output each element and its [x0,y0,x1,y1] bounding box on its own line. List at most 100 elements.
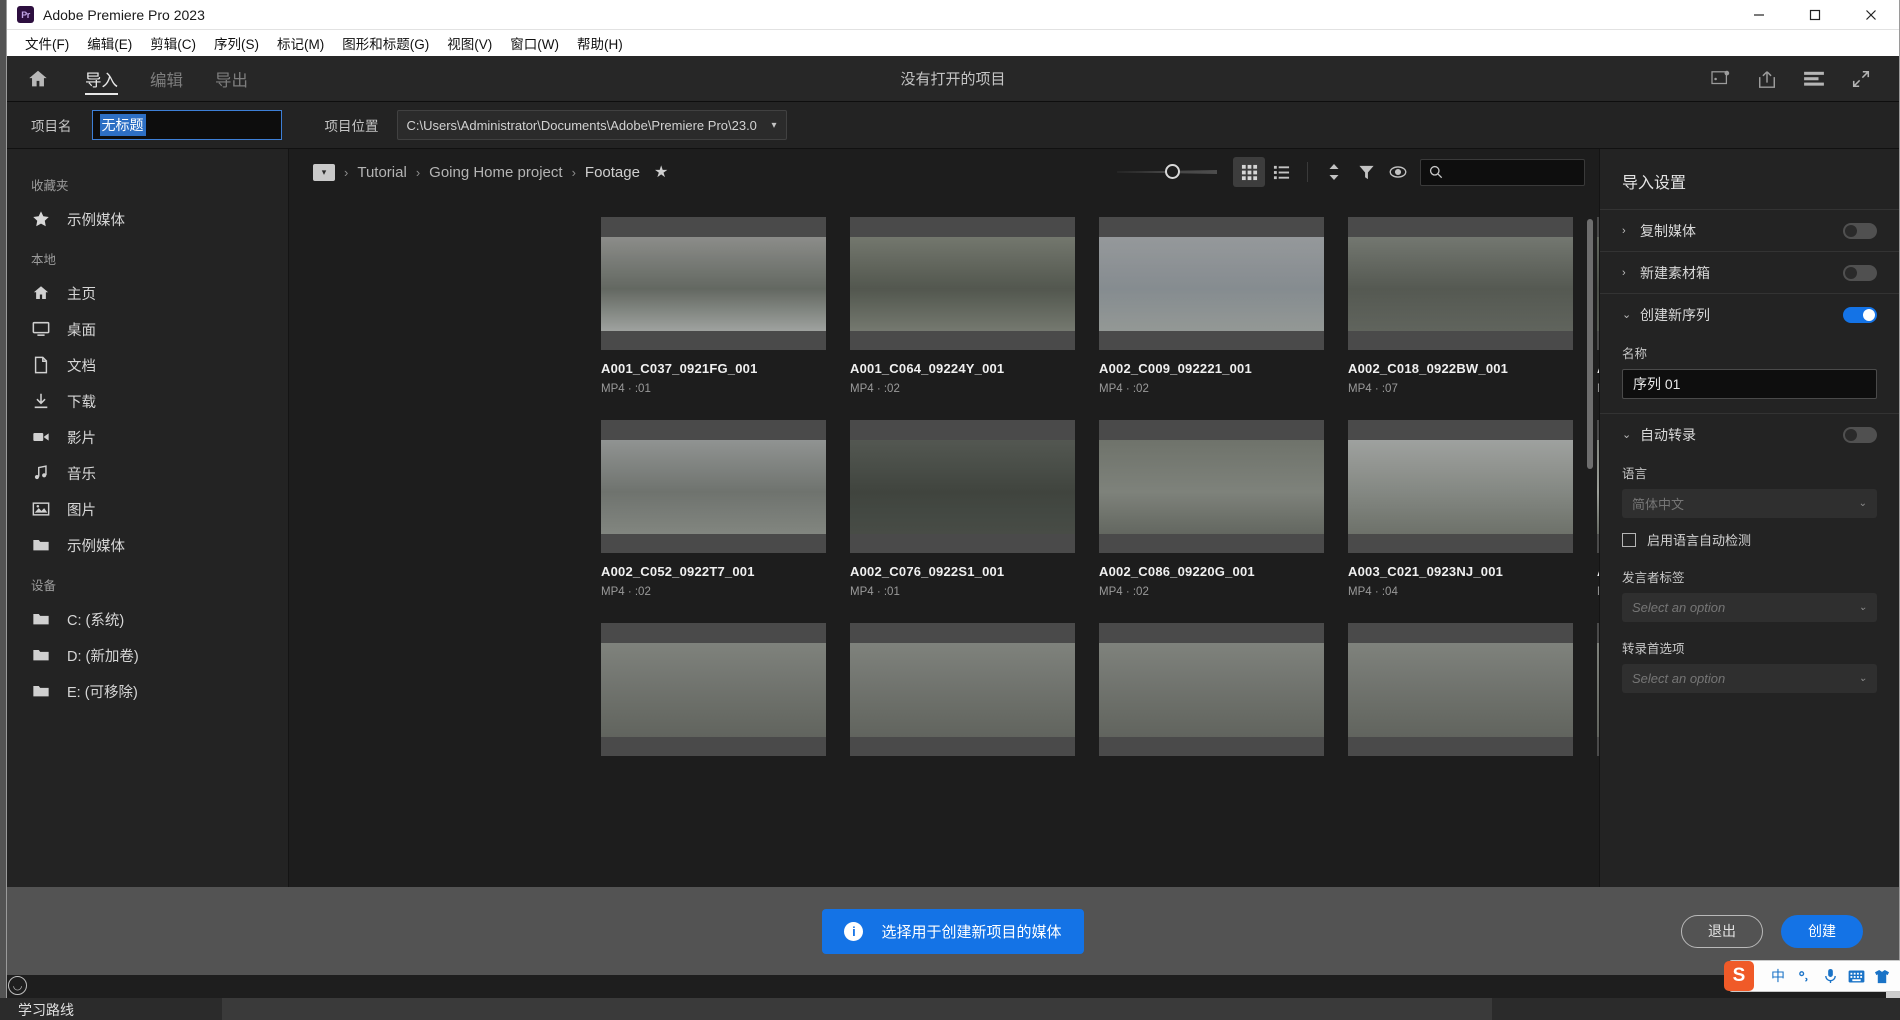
language-autodetect-row[interactable]: 启用语言自动检测 [1622,530,1877,549]
creative-cloud-icon[interactable]: ◡ [8,976,27,995]
menu-sequence[interactable]: 序列(S) [205,30,268,56]
media-item[interactable]: A001_C037_0921FG_001MP4 · :01 [601,217,826,395]
media-item[interactable]: A002_C018_0922BW_001MP4 · :07 [1348,217,1573,395]
sogou-logo-icon[interactable]: S [1724,961,1754,991]
sidebar-item-music[interactable]: 音乐 [7,455,288,491]
sidebar-item-sample-media[interactable]: 示例媒体 [7,527,288,563]
media-thumbnail[interactable] [1348,420,1573,553]
project-name-input[interactable]: 无标题 [92,110,282,140]
list-lines-icon[interactable] [1803,70,1825,88]
chevron-right-icon[interactable]: › [1622,267,1640,279]
screen-icon[interactable] [1711,70,1731,88]
sort-arrows-icon[interactable] [1318,157,1350,187]
fullscreen-icon[interactable] [1851,69,1871,89]
menu-help[interactable]: 帮助(H) [568,30,632,56]
list-view-icon[interactable] [1265,157,1297,187]
star-icon[interactable]: ★ [654,162,668,182]
sidebar-item-downloads[interactable]: 下载 [7,383,288,419]
folder-dropdown-icon[interactable]: ▾ [313,164,335,181]
media-item[interactable]: A001_C064_09224Y_001MP4 · :02 [850,217,1075,395]
grid-view-icon[interactable] [1233,157,1265,187]
new-bin-toggle[interactable] [1843,265,1877,281]
home-icon[interactable] [7,68,69,90]
section-auto-transcribe-row[interactable]: ⌄ 自动转录 [1622,414,1877,455]
close-button[interactable] [1843,0,1899,30]
sidebar-item-drive-d[interactable]: D: (新加卷) [7,637,288,673]
breadcrumb-item-footage[interactable]: Footage [585,164,640,181]
media-item[interactable]: A002_C076_0922S1_001MP4 · :01 [850,420,1075,598]
tab-export[interactable]: 导出 [199,56,264,102]
media-grid-scrollbar[interactable] [1587,219,1593,469]
media-thumbnail[interactable] [1348,623,1573,756]
chevron-right-icon[interactable]: › [1622,225,1640,237]
sidebar-item-drive-e[interactable]: E: (可移除) [7,673,288,709]
minimize-button[interactable] [1731,0,1787,30]
media-thumbnail[interactable] [1099,217,1324,350]
filter-funnel-icon[interactable] [1350,157,1382,187]
section-copy-media-row[interactable]: › 复制媒体 [1622,210,1877,251]
sidebar-item-home[interactable]: 主页 [7,275,288,311]
thumbnail-zoom-slider[interactable] [1117,165,1217,179]
sidebar-item-movies[interactable]: 影片 [7,419,288,455]
menu-window[interactable]: 窗口(W) [501,30,568,56]
media-thumbnail[interactable] [1099,623,1324,756]
sidebar-item-pictures[interactable]: 图片 [7,491,288,527]
sidebar-item-documents[interactable]: 文档 [7,347,288,383]
breadcrumb-item-going-home-project[interactable]: Going Home project [429,164,562,181]
media-item[interactable]: A002_C018_0922BW_002MP4 · :01 [1597,217,1599,395]
media-item[interactable]: A003_C092_09231C_001MP4 · :05 [1597,420,1599,598]
menu-clip[interactable]: 剪辑(C) [141,30,205,56]
menu-view[interactable]: 视图(V) [438,30,501,56]
media-item[interactable] [850,623,1075,756]
create-button[interactable]: 创建 [1781,915,1863,948]
menu-graphics[interactable]: 图形和标题(G) [333,30,438,56]
sequence-name-input[interactable]: 序列 01 [1622,369,1877,399]
media-thumbnail[interactable] [850,217,1075,350]
menu-file[interactable]: 文件(F) [16,30,78,56]
media-thumbnail[interactable] [601,623,826,756]
chevron-down-icon[interactable]: ⌄ [1622,428,1640,441]
media-thumbnail[interactable] [850,420,1075,553]
language-autodetect-checkbox[interactable] [1622,533,1636,547]
maximize-button[interactable] [1787,0,1843,30]
project-location-dropdown[interactable]: C:\Users\Administrator\Documents\Adobe\P… [397,110,787,140]
mic-icon[interactable] [1817,961,1843,991]
tab-import[interactable]: 导入 [69,56,134,102]
media-item[interactable] [601,623,826,756]
chevron-down-icon[interactable]: ⌄ [1622,308,1640,321]
media-thumbnail[interactable] [1099,420,1324,553]
skin-icon[interactable] [1869,961,1895,991]
apps-icon[interactable] [1895,961,1900,991]
ime-punctuation-button[interactable] [1791,961,1817,991]
section-new-sequence-row[interactable]: ⌄ 创建新序列 [1622,294,1877,335]
eye-icon[interactable] [1382,157,1414,187]
menu-edit[interactable]: 编辑(E) [78,30,141,56]
media-thumbnail[interactable] [1348,217,1573,350]
auto-transcribe-toggle[interactable] [1843,427,1877,443]
media-item[interactable]: A003_C021_0923NJ_001MP4 · :04 [1348,420,1573,598]
sidebar-item-desktop[interactable]: 桌面 [7,311,288,347]
section-new-bin-row[interactable]: › 新建素材箱 [1622,252,1877,293]
ime-mode-chinese-button[interactable]: 中 [1765,961,1791,991]
sidebar-item-sample-media-fav[interactable]: 示例媒体 [7,201,288,237]
media-item[interactable]: A002_C052_0922T7_001MP4 · :02 [601,420,826,598]
search-input[interactable] [1420,159,1585,186]
media-item[interactable]: A002_C009_092221_001MP4 · :02 [1099,217,1324,395]
media-thumbnail[interactable] [850,623,1075,756]
media-item[interactable] [1348,623,1573,756]
share-icon[interactable] [1757,69,1777,89]
copy-media-toggle[interactable] [1843,223,1877,239]
breadcrumb-item-tutorial[interactable]: Tutorial [357,164,406,181]
exit-button[interactable]: 退出 [1681,915,1763,948]
keyboard-icon[interactable] [1843,961,1869,991]
tab-edit[interactable]: 编辑 [134,56,199,102]
zoom-slider-handle[interactable] [1165,164,1180,179]
media-thumbnail[interactable] [601,420,826,553]
media-thumbnail[interactable] [1597,217,1599,350]
new-sequence-toggle[interactable] [1843,307,1877,323]
menu-marker[interactable]: 标记(M) [268,30,333,56]
select-media-cta-button[interactable]: i 选择用于创建新项目的媒体 [822,909,1083,954]
sidebar-item-drive-c[interactable]: C: (系统) [7,601,288,637]
transcript-preferences-select[interactable]: Select an option ⌄ [1622,664,1877,693]
speaker-labeling-select[interactable]: Select an option ⌄ [1622,593,1877,622]
